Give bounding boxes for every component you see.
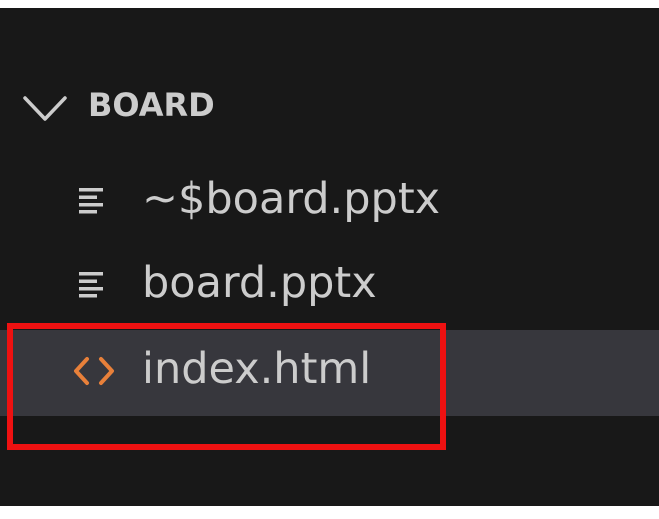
text-file-icon bbox=[79, 272, 103, 298]
folder-row-board[interactable]: BOARD bbox=[0, 80, 659, 138]
file-name: ~$board.pptx bbox=[142, 174, 441, 224]
file-item[interactable]: board.pptx bbox=[0, 244, 659, 328]
folder-name: BOARD bbox=[88, 86, 215, 124]
file-name: board.pptx bbox=[142, 258, 377, 308]
chevron-down-icon[interactable] bbox=[22, 95, 68, 123]
highlight-annotation-box bbox=[7, 323, 446, 450]
text-file-icon bbox=[79, 188, 103, 214]
file-item[interactable]: ~$board.pptx bbox=[0, 160, 659, 244]
